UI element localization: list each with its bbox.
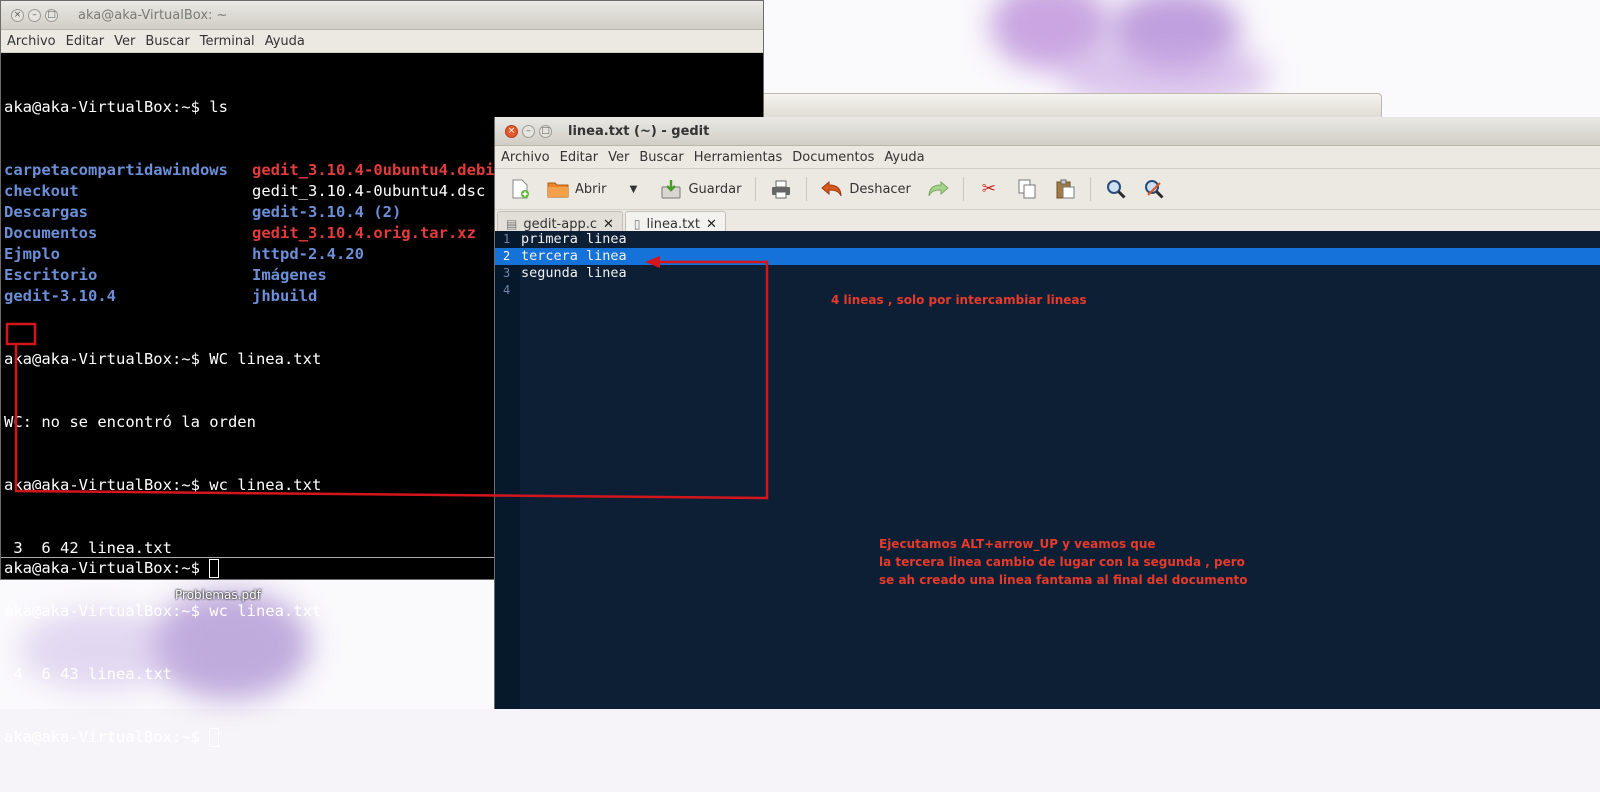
- terminal-menubar: Archivo Editar Ver Buscar Terminal Ayuda: [1, 30, 763, 53]
- menu-documentos[interactable]: Documentos: [792, 150, 874, 165]
- menu-editar[interactable]: Editar: [560, 150, 599, 165]
- text-editor[interactable]: 1 primera linea 2 tercera linea 3 segund…: [495, 231, 1600, 709]
- annotation-text: Ejecutamos ALT+arrow_UP y veamos que: [879, 537, 1156, 551]
- maximize-icon[interactable]: □: [45, 8, 58, 22]
- ls-entry: Escritorio: [4, 266, 98, 284]
- terminal-titlebar[interactable]: × – □ aka@aka-VirtualBox: ~: [1, 1, 763, 30]
- wc-line-count: 4: [13, 665, 23, 683]
- undo-button[interactable]: Deshacer: [815, 176, 916, 202]
- line-number: 1: [503, 232, 511, 246]
- terminal-line: aka@aka-VirtualBox:~$ ls: [4, 98, 228, 116]
- maximize-icon[interactable]: □: [539, 124, 552, 138]
- line-number: 3: [503, 266, 511, 280]
- find-replace-button[interactable]: [1137, 176, 1171, 202]
- menu-buscar[interactable]: Buscar: [639, 150, 683, 165]
- clipboard-icon: [1054, 178, 1076, 200]
- minimize-icon[interactable]: –: [28, 8, 41, 22]
- redo-button[interactable]: [921, 176, 955, 202]
- save-icon: [660, 178, 682, 200]
- editor-line[interactable]: 1 primera linea: [495, 231, 1600, 248]
- terminal-prompt: aka@aka-VirtualBox:~$: [4, 559, 210, 577]
- close-tab-icon[interactable]: ✕: [603, 217, 614, 232]
- save-button[interactable]: Guardar: [654, 176, 747, 202]
- menu-ayuda[interactable]: Ayuda: [884, 150, 924, 165]
- annotation-explanation: Ejecutamos ALT+arrow_UP y veamos que la …: [879, 535, 1247, 589]
- terminal-line: aka@aka-VirtualBox:~$: [4, 727, 760, 748]
- menu-editar[interactable]: Editar: [66, 34, 105, 49]
- undo-label: Deshacer: [849, 181, 911, 197]
- line-number: 2: [503, 249, 511, 263]
- terminal-bottom-line[interactable]: aka@aka-VirtualBox:~$: [4, 559, 220, 578]
- tab-label: gedit-app.c: [523, 216, 597, 232]
- close-icon[interactable]: ×: [505, 124, 518, 138]
- gedit-title: linea.txt (~) - gedit: [568, 123, 710, 139]
- menu-ayuda[interactable]: Ayuda: [265, 34, 305, 49]
- menu-herramientas[interactable]: Herramientas: [694, 150, 783, 165]
- cut-button[interactable]: ✂: [972, 176, 1006, 202]
- line-text: primera linea: [521, 231, 627, 247]
- copy-button[interactable]: [1010, 176, 1044, 202]
- editor-line-selected[interactable]: 2 tercera linea: [495, 248, 1600, 265]
- file-icon: ▤: [506, 217, 518, 231]
- annotation-line-count: 4 lineas , solo por intercambiar lineas: [831, 293, 1087, 307]
- cursor: [209, 728, 220, 747]
- open-label: Abrir: [575, 181, 607, 197]
- paste-button[interactable]: [1048, 176, 1082, 202]
- gedit-window[interactable]: × – □ linea.txt (~) - gedit Archivo Edit…: [494, 117, 1600, 709]
- ls-entry: checkout: [4, 182, 79, 200]
- line-text: segunda linea: [521, 265, 627, 281]
- scissors-icon: ✂: [981, 179, 997, 199]
- close-icon[interactable]: ×: [11, 8, 24, 22]
- search-replace-icon: [1143, 178, 1165, 200]
- save-label: Guardar: [688, 181, 742, 197]
- menu-ver[interactable]: Ver: [608, 150, 629, 165]
- annotation-text: se ah creado una linea fantama al final …: [879, 573, 1248, 587]
- printer-icon: [770, 178, 792, 200]
- editor-line[interactable]: 3 segunda linea: [495, 265, 1600, 282]
- redo-icon: [927, 178, 949, 200]
- menu-terminal[interactable]: Terminal: [200, 34, 255, 49]
- copy-icon: [1016, 178, 1038, 200]
- print-button[interactable]: [764, 176, 798, 202]
- close-tab-icon[interactable]: ✕: [706, 217, 717, 232]
- menu-buscar[interactable]: Buscar: [145, 34, 189, 49]
- search-icon: [1105, 178, 1127, 200]
- find-button[interactable]: [1099, 176, 1133, 202]
- open-button[interactable]: Abrir: [541, 176, 612, 202]
- ls-entry: Ejmplo: [4, 245, 60, 263]
- line-number: 4: [503, 283, 511, 297]
- toolbar-separator: [755, 177, 757, 201]
- line-number-gutter: [495, 231, 520, 709]
- new-document-button[interactable]: [503, 176, 537, 202]
- chevron-down-icon: ▼: [629, 183, 638, 195]
- undo-icon: [821, 178, 843, 200]
- minimize-icon[interactable]: –: [522, 124, 535, 138]
- toolbar-separator: [1089, 177, 1091, 201]
- line-text: tercera linea: [521, 248, 627, 264]
- open-dropdown-button[interactable]: ▼: [616, 176, 650, 202]
- toolbar-separator: [806, 177, 808, 201]
- gedit-toolbar: Abrir ▼ Guardar Deshacer ✂: [495, 169, 1600, 210]
- toolbar-separator: [962, 177, 964, 201]
- tab-label: linea.txt: [646, 216, 700, 232]
- new-document-icon: [509, 178, 531, 200]
- folder-icon: [547, 178, 569, 200]
- menu-archivo[interactable]: Archivo: [501, 150, 550, 165]
- background-window-edge: [760, 93, 1382, 119]
- terminal-prompt: aka@aka-VirtualBox:~$: [4, 728, 210, 746]
- terminal-title: aka@aka-VirtualBox: ~: [78, 7, 228, 23]
- annotation-text: la tercera linea cambio de lugar con la …: [879, 555, 1245, 569]
- ls-entry: carpetacompartidawindows: [4, 161, 228, 179]
- wc-rest: 6 43 linea.txt: [22, 665, 172, 683]
- gedit-menubar: Archivo Editar Ver Buscar Herramientas D…: [495, 146, 1600, 169]
- menu-archivo[interactable]: Archivo: [7, 34, 56, 49]
- ls-entry: Documentos: [4, 224, 98, 242]
- ls-entry: Descargas: [4, 203, 88, 221]
- menu-ver[interactable]: Ver: [114, 34, 135, 49]
- cursor: [209, 559, 220, 578]
- file-icon: ▯: [633, 217, 641, 231]
- gedit-titlebar[interactable]: × – □ linea.txt (~) - gedit: [495, 117, 1600, 146]
- ls-entry: gedit-3.10.4: [4, 287, 116, 305]
